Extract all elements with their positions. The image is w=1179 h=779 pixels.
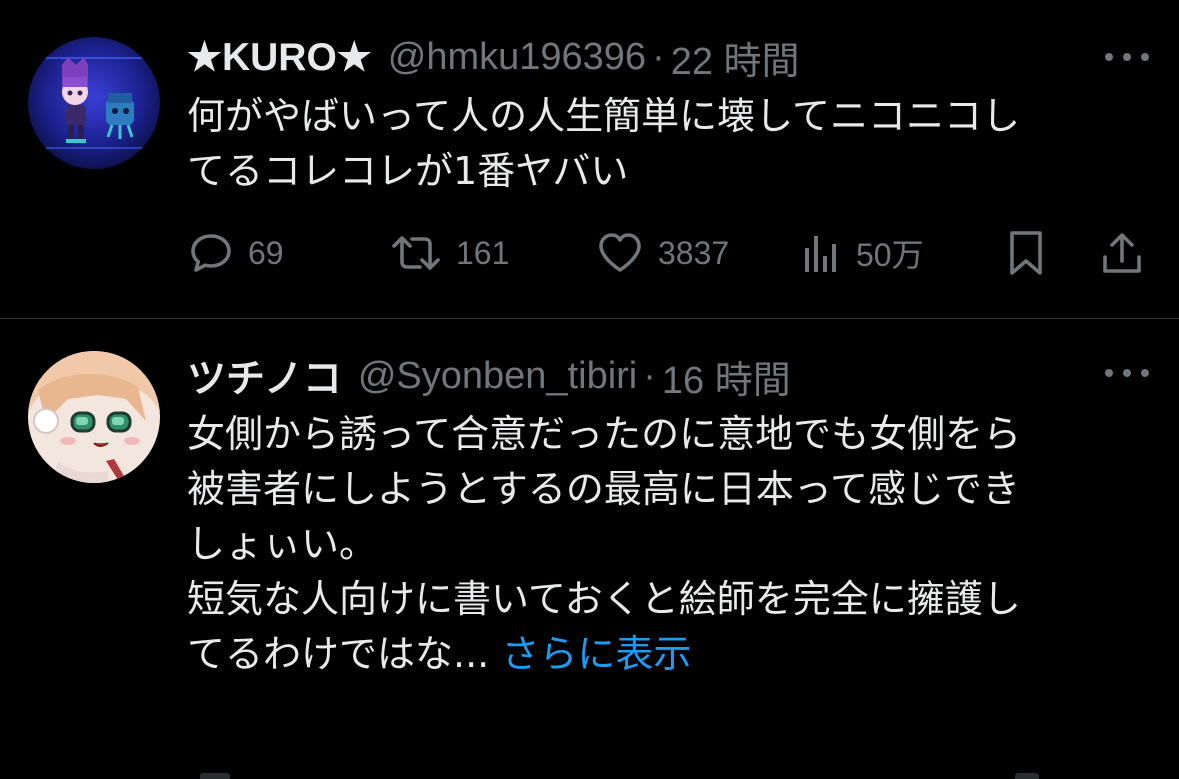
share-icon bbox=[1103, 233, 1141, 273]
bookmark-icon bbox=[1010, 231, 1042, 275]
reply-icon bbox=[191, 234, 231, 272]
retweet-count: 161 bbox=[456, 234, 510, 271]
reply-count: 69 bbox=[248, 234, 284, 271]
like-button[interactable]: 3837 bbox=[596, 225, 729, 281]
timestamp[interactable]: 22 時間 bbox=[671, 30, 800, 85]
partial-icon bbox=[1015, 773, 1039, 779]
tweet-text: 何がやばいって人の人生簡単に壊してニコニコし てるコレコレが1番ヤバい bbox=[187, 94, 1020, 193]
tweet-header: ツチノコ @Syonben_tibiri · 16 時間 bbox=[187, 349, 791, 403]
reply-button[interactable]: 69 bbox=[188, 225, 284, 281]
timestamp[interactable]: 16 時間 bbox=[662, 349, 791, 404]
avatar[interactable] bbox=[28, 351, 160, 483]
separator-dot: · bbox=[652, 35, 665, 78]
show-more-link[interactable]: さらに表示 bbox=[501, 632, 691, 676]
bookmark-button[interactable] bbox=[1006, 225, 1046, 281]
heart-icon bbox=[599, 233, 641, 272]
views-button[interactable]: 50万 bbox=[802, 225, 924, 281]
next-tweet-action-bar-partial bbox=[0, 771, 1179, 779]
action-bar: 69 161 3837 50万 bbox=[0, 225, 1179, 281]
view-count: 50万 bbox=[856, 237, 924, 273]
share-button[interactable] bbox=[1100, 225, 1144, 281]
display-name[interactable]: ツチノコ bbox=[187, 348, 342, 404]
tweet[interactable]: ★KURO★ @hmku196396 · 22 時間 何がやばいって人の人生簡単… bbox=[0, 0, 1179, 318]
retweet-icon bbox=[392, 236, 440, 270]
avatar[interactable] bbox=[28, 37, 160, 169]
partial-icon bbox=[200, 773, 230, 779]
user-handle[interactable]: @Syonben_tibiri bbox=[358, 355, 637, 398]
user-handle[interactable]: @hmku196396 bbox=[388, 36, 646, 79]
display-name[interactable]: ★KURO★ bbox=[187, 35, 372, 80]
like-count: 3837 bbox=[658, 234, 730, 271]
tweet-text: 女側から誘って合意だったのに意地でも女側をら 被害者にしようとするの最高に日本っ… bbox=[187, 407, 1147, 682]
separator-dot: · bbox=[643, 354, 656, 397]
tweet-header: ★KURO★ @hmku196396 · 22 時間 bbox=[187, 30, 800, 84]
avatar-tsuchinoko-icon bbox=[28, 351, 160, 483]
views-chart-icon bbox=[805, 236, 836, 272]
retweet-button[interactable]: 161 bbox=[390, 225, 509, 281]
more-options-icon[interactable] bbox=[1105, 47, 1149, 67]
avatar-kuro-icon bbox=[28, 37, 160, 169]
tweet[interactable]: ツチノコ @Syonben_tibiri · 16 時間 女側から誘って合意だっ… bbox=[0, 319, 1179, 779]
more-options-icon[interactable] bbox=[1105, 363, 1149, 383]
